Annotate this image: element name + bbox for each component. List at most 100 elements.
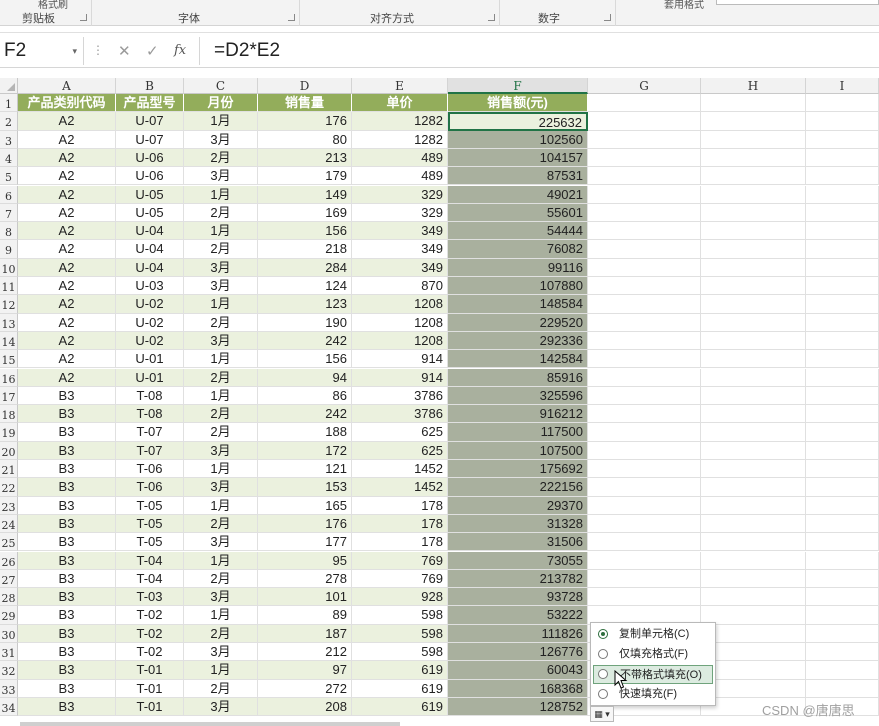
table-cell[interactable]	[806, 240, 879, 259]
table-cell[interactable]	[701, 460, 806, 479]
table-cell[interactable]: 242	[258, 405, 352, 424]
table-cell[interactable]: A2	[18, 112, 116, 131]
table-cell[interactable]: A2	[18, 295, 116, 314]
table-cell[interactable]	[701, 203, 806, 223]
table-cell[interactable]: 104157	[448, 148, 588, 168]
row-header[interactable]: 26	[0, 551, 18, 570]
table-cell[interactable]	[701, 514, 806, 534]
table-cell[interactable]: T-01	[116, 679, 184, 698]
table-cell[interactable]: 54444	[448, 222, 588, 241]
table-cell[interactable]: 60043	[448, 661, 588, 680]
table-cell[interactable]	[701, 148, 806, 168]
table-cell[interactable]: B3	[18, 588, 116, 607]
table-cell[interactable]: T-07	[116, 423, 184, 442]
row-header[interactable]: 3	[0, 130, 18, 149]
table-cell[interactable]: T-05	[116, 533, 184, 552]
table-cell[interactable]: B3	[18, 551, 116, 570]
table-cell[interactable]: 222156	[448, 478, 588, 497]
table-cell[interactable]: 149	[258, 185, 352, 204]
table-cell[interactable]	[701, 222, 806, 241]
table-cell[interactable]	[588, 551, 701, 570]
table-cell[interactable]: U-06	[116, 167, 184, 186]
table-cell[interactable]	[701, 277, 806, 296]
table-cell[interactable]: 123	[258, 295, 352, 314]
table-cell[interactable]: B3	[18, 606, 116, 625]
table-cell[interactable]: 86	[258, 386, 352, 406]
table-cell[interactable]: T-02	[116, 624, 184, 643]
column-header-b[interactable]: B	[116, 78, 184, 94]
row-header[interactable]: 13	[0, 313, 18, 332]
table-cell[interactable]: U-02	[116, 313, 184, 332]
table-cell[interactable]: T-08	[116, 405, 184, 424]
table-cell[interactable]: 80	[258, 130, 352, 149]
select-all-corner[interactable]	[0, 78, 18, 94]
table-cell[interactable]: 229520	[448, 313, 588, 332]
column-header-c[interactable]: C	[184, 78, 258, 94]
table-cell[interactable]: 3786	[352, 386, 448, 406]
ribbon-input[interactable]	[716, 0, 879, 5]
enter-icon[interactable]: ✓	[146, 42, 159, 60]
row-header[interactable]: 1	[0, 94, 18, 113]
table-cell[interactable]: A2	[18, 368, 116, 387]
table-cell[interactable]: 3月	[184, 167, 258, 186]
row-header[interactable]: 16	[0, 368, 18, 387]
cancel-icon[interactable]: ✕	[118, 42, 131, 60]
table-cell[interactable]	[806, 478, 879, 497]
table-cell[interactable]: 3月	[184, 478, 258, 497]
table-cell[interactable]: 598	[352, 643, 448, 662]
table-cell[interactable]: A2	[18, 222, 116, 241]
table-cell[interactable]: 99116	[448, 258, 588, 277]
table-cell[interactable]	[701, 405, 806, 424]
table-cell[interactable]: 95	[258, 551, 352, 570]
table-cell[interactable]: 1月	[184, 386, 258, 406]
table-cell[interactable]: 121	[258, 460, 352, 479]
table-cell[interactable]	[701, 331, 806, 351]
column-header-f[interactable]: F	[448, 78, 588, 94]
table-cell[interactable]	[806, 313, 879, 332]
table-cell[interactable]	[806, 386, 879, 406]
table-cell[interactable]	[701, 350, 806, 369]
table-cell[interactable]	[701, 167, 806, 186]
table-cell[interactable]	[806, 277, 879, 296]
table-cell[interactable]	[806, 551, 879, 570]
table-cell[interactable]: A2	[18, 203, 116, 223]
table-cell[interactable]: 29370	[448, 496, 588, 515]
table-cell[interactable]: T-04	[116, 569, 184, 589]
table-cell[interactable]: 625	[352, 441, 448, 460]
table-cell[interactable]: 349	[352, 240, 448, 259]
table-cell[interactable]: 619	[352, 661, 448, 680]
table-cell[interactable]	[701, 533, 806, 552]
table-cell[interactable]: 916212	[448, 405, 588, 424]
table-cell[interactable]: U-06	[116, 148, 184, 168]
format-as-table-label[interactable]: 套用格式	[664, 0, 704, 11]
table-cell[interactable]: U-07	[116, 130, 184, 149]
table-cell[interactable]: 190	[258, 313, 352, 332]
table-cell[interactable]	[701, 661, 806, 680]
table-cell[interactable]: 1月	[184, 606, 258, 625]
table-cell[interactable]: 188	[258, 423, 352, 442]
table-cell[interactable]: T-02	[116, 606, 184, 625]
table-cell[interactable]: 242	[258, 331, 352, 351]
table-cell[interactable]	[806, 112, 879, 131]
table-cell[interactable]: 175692	[448, 460, 588, 479]
table-cell[interactable]	[588, 405, 701, 424]
table-cell[interactable]: A2	[18, 167, 116, 186]
table-cell[interactable]: 914	[352, 350, 448, 369]
row-header[interactable]: 20	[0, 441, 18, 460]
table-cell[interactable]: 107500	[448, 441, 588, 460]
table-cell[interactable]	[806, 588, 879, 607]
row-header[interactable]: 21	[0, 460, 18, 479]
table-cell[interactable]: 53222	[448, 606, 588, 625]
table-cell[interactable]: U-05	[116, 203, 184, 223]
table-cell[interactable]: 769	[352, 569, 448, 589]
row-header[interactable]: 31	[0, 643, 18, 662]
table-cell[interactable]: 1282	[352, 112, 448, 131]
table-cell[interactable]: 619	[352, 697, 448, 717]
table-cell[interactable]: U-07	[116, 112, 184, 131]
table-cell[interactable]	[701, 112, 806, 131]
table-cell[interactable]: 142584	[448, 350, 588, 369]
table-cell[interactable]	[588, 167, 701, 186]
table-cell[interactable]	[701, 478, 806, 497]
table-cell[interactable]: 329	[352, 185, 448, 204]
table-cell[interactable]: U-01	[116, 350, 184, 369]
